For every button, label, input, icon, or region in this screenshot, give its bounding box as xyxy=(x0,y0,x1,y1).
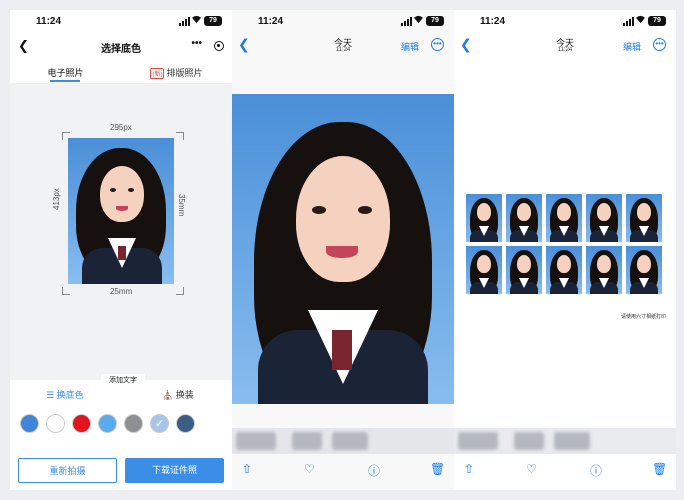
retake-button[interactable]: 重新拍摄 xyxy=(18,458,117,483)
photo-viewer-layout: 11:24 79 ❮ 今天 11:24 编辑 ••• 请使用六寸相纸打印 ⇧ ♡… xyxy=(454,10,676,490)
edit-button[interactable]: 编辑 xyxy=(623,40,641,53)
battery-indicator: 79 xyxy=(426,16,444,26)
new-badge: (新) xyxy=(150,68,165,79)
shirt-icon: ⛪ xyxy=(162,390,176,400)
color-swatch[interactable] xyxy=(46,414,65,433)
wifi-icon xyxy=(636,15,645,24)
tab-layout-photo[interactable]: (新) 排版照片 xyxy=(121,66,232,79)
mini-id-photo xyxy=(466,246,502,294)
color-swatch[interactable] xyxy=(98,414,117,433)
check-icon: ✓ xyxy=(154,418,165,430)
battery-indicator: 79 xyxy=(648,16,666,26)
info-icon[interactable]: ⓘ xyxy=(590,462,602,479)
color-swatch[interactable] xyxy=(176,414,195,433)
heart-icon[interactable]: ♡ xyxy=(304,462,315,476)
crop-corner xyxy=(62,287,70,295)
more-icon[interactable]: ••• xyxy=(653,38,666,51)
tab-electronic-photo[interactable]: 电子照片 xyxy=(10,66,121,79)
mini-id-photo xyxy=(586,194,622,242)
status-bar: 11:24 79 xyxy=(454,10,676,32)
status-time: 11:24 xyxy=(36,16,62,27)
photo-time: 11:24 xyxy=(335,47,351,53)
photo-viewer-single: 11:24 79 ❮ 今天 11:24 编辑 ••• ⇧ ♡ ⓘ 🗑 xyxy=(232,10,454,490)
more-dots-icon[interactable]: ••• xyxy=(191,38,202,49)
mini-id-photo xyxy=(506,246,542,294)
photo-type-tabs: 电子照片 (新) 排版照片 xyxy=(10,60,232,84)
mini-id-photo xyxy=(506,194,542,242)
wifi-icon xyxy=(414,15,423,24)
crop-corner xyxy=(176,287,184,295)
width-label-mm: 25mm xyxy=(110,287,133,296)
large-id-photo xyxy=(232,94,454,404)
thumbnail-strip[interactable] xyxy=(232,428,454,454)
tab-layout-label: 排版照片 xyxy=(166,68,203,78)
mini-id-photo xyxy=(626,194,662,242)
status-bar: 11:24 79 xyxy=(232,10,454,32)
mini-id-photo xyxy=(546,194,582,242)
id-photo-editor-screen: 11:24 79 ❮ 选择底色 ••• 电子照片 (新) 排版照片 295px 4… xyxy=(10,10,232,490)
status-time: 11:24 xyxy=(480,16,506,27)
wifi-icon xyxy=(192,15,201,24)
signal-icon xyxy=(401,17,412,26)
heart-icon[interactable]: ♡ xyxy=(526,462,537,476)
trash-icon[interactable]: 🗑 xyxy=(430,462,445,476)
print-layout-sheet: 请使用六寸相纸打印 xyxy=(466,194,666,324)
battery-indicator: 79 xyxy=(204,16,222,26)
print-note: 请使用六寸相纸打印 xyxy=(620,314,666,320)
mini-id-photo xyxy=(546,246,582,294)
change-outfit-label: 换装 xyxy=(175,390,194,400)
photo-time: 11:24 xyxy=(557,47,573,53)
signal-icon xyxy=(623,17,634,26)
layers-icon: ☰ xyxy=(46,390,57,400)
status-time: 11:24 xyxy=(258,16,284,27)
more-icon[interactable]: ••• xyxy=(431,38,444,51)
color-swatch[interactable] xyxy=(72,414,91,433)
share-icon[interactable]: ⇧ xyxy=(464,462,474,476)
info-icon[interactable]: ⓘ xyxy=(368,462,380,479)
record-target-icon[interactable] xyxy=(214,41,224,51)
thumbnail-strip[interactable] xyxy=(454,428,676,454)
download-id-photo-button[interactable]: 下载证件照 xyxy=(125,458,224,483)
height-label-px: 413px xyxy=(52,188,61,210)
crop-corner xyxy=(176,132,184,140)
signal-icon xyxy=(179,17,190,26)
mini-id-photo xyxy=(586,246,622,294)
active-tab-indicator xyxy=(50,80,80,82)
change-background-tool[interactable]: ☰ 换底色 xyxy=(46,388,84,401)
change-outfit-tool[interactable]: ⛪ 换装 xyxy=(162,388,194,401)
width-label: 295px xyxy=(110,123,132,132)
status-bar: 11:24 79 xyxy=(10,10,232,32)
trash-icon[interactable]: 🗑 xyxy=(652,462,667,476)
mini-id-photo xyxy=(626,246,662,294)
share-icon[interactable]: ⇧ xyxy=(242,462,252,476)
color-swatch[interactable]: ✓ xyxy=(150,414,169,433)
id-photo-image xyxy=(68,138,174,284)
mini-id-photo xyxy=(466,194,502,242)
photo-preview-area: 295px 413px 35mm 25mm 添加文字 xyxy=(10,84,232,388)
change-background-label: 换底色 xyxy=(56,390,84,400)
color-swatch[interactable] xyxy=(124,414,143,433)
height-label-mm: 35mm xyxy=(177,194,186,217)
photo-grid xyxy=(466,194,662,294)
edit-button[interactable]: 编辑 xyxy=(401,40,419,53)
color-swatch[interactable] xyxy=(20,414,39,433)
background-color-swatches: ✓ xyxy=(20,414,195,433)
